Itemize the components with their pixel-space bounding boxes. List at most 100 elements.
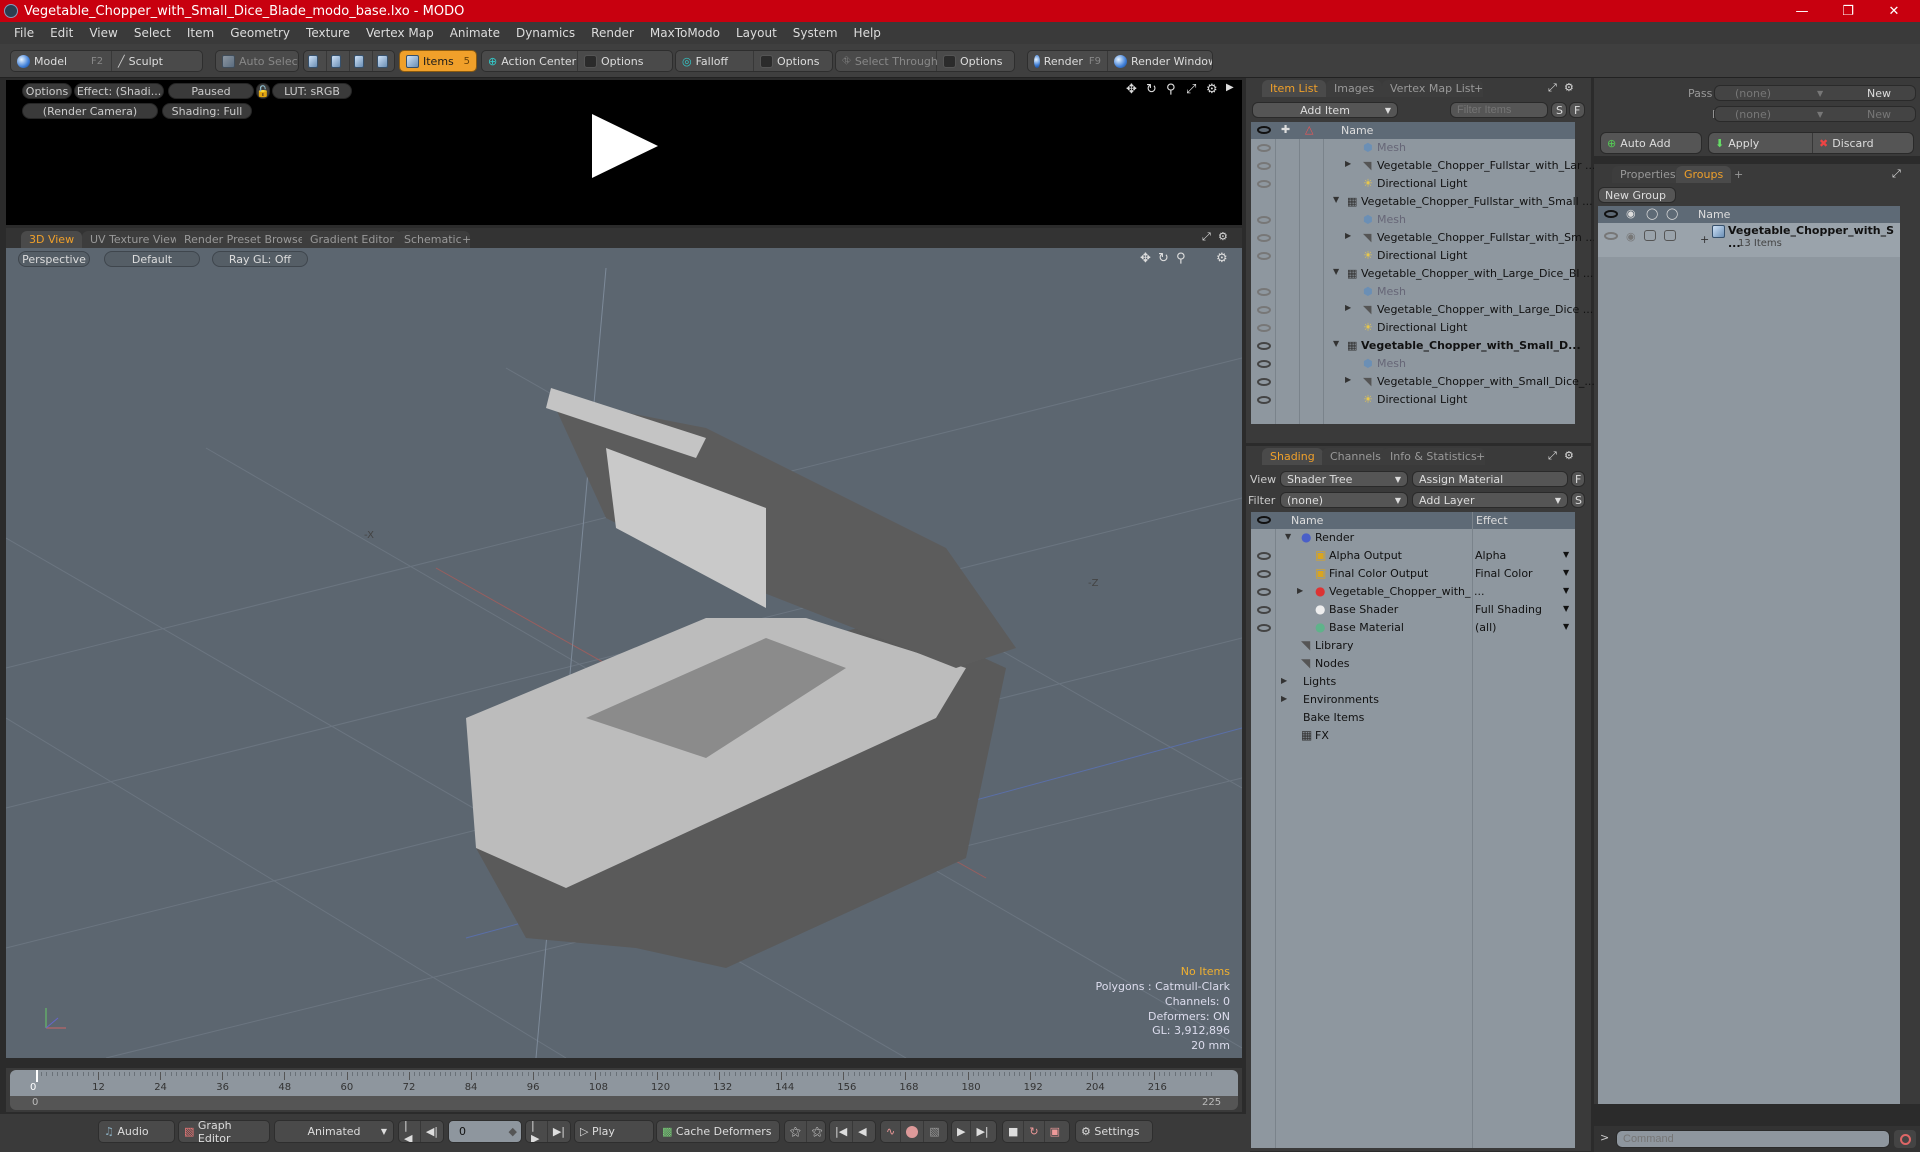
menu-dynamics[interactable]: Dynamics [508,26,583,40]
visibility-icon[interactable] [1257,288,1271,296]
visibility-icon[interactable] [1257,552,1271,560]
close-button[interactable]: ✕ [1872,0,1916,22]
shader-tree[interactable]: Name Effect ▼ ● Render ▣ Alpha Output Alpha ▼ ▣… [1251,512,1575,1148]
tab-3d-view[interactable]: 3D View [21,231,83,248]
expand-plus-icon[interactable]: + [1700,233,1709,246]
discard-button[interactable]: ✖ Discard [1813,137,1874,150]
visibility-icon[interactable] [1257,162,1271,170]
zoom-icon[interactable]: ⚲ [1166,82,1176,97]
visibility-icon[interactable] [1257,570,1271,578]
auto-key-button[interactable]: ∿ [881,1121,902,1142]
visibility-icon[interactable] [1257,588,1271,596]
chevron-down-icon[interactable]: ▼ [1563,550,1569,559]
gear-icon[interactable]: ⚙ [1216,251,1228,266]
shader-row[interactable]: ▦ FX [1251,727,1575,745]
item-row[interactable]: ☀ Directional Light [1251,319,1575,337]
item-row[interactable]: ⬢ Mesh [1251,139,1575,157]
effect-dropdown[interactable]: Full Shading [1475,603,1542,616]
timeline-range[interactable]: 0 225 [10,1096,1238,1110]
view-dropdown[interactable]: Shader Tree ▼ [1280,471,1408,487]
materials-mode-button[interactable] [373,51,394,71]
tab-properties[interactable]: Properties [1612,166,1684,183]
shader-row[interactable]: ◥ Nodes [1251,655,1575,673]
shader-row[interactable]: ● Base Shader Full Shading ▼ [1251,601,1575,619]
tab-groups[interactable]: Groups [1676,166,1732,183]
item-row[interactable]: ▼ ▦ Vegetable_Chopper_Fullstar_with_Small … [1251,193,1593,211]
item-row[interactable]: ⬢ Mesh [1251,283,1575,301]
audio-button[interactable]: ♫ Audio [98,1120,175,1143]
menu-vertex-map[interactable]: Vertex Map [358,26,442,40]
gear-icon[interactable]: ⚙ [1206,82,1218,97]
tab-uv-texture-view[interactable]: UV Texture View [82,231,187,248]
new-pass-button[interactable]: New [1867,108,1891,121]
channel-key-button[interactable]: ▧ [924,1121,944,1142]
delete-key-button[interactable]: ⚝ [807,1121,825,1142]
item-row[interactable]: ⬢ Mesh [1251,211,1575,229]
apply-button[interactable]: ⬇ Apply [1709,133,1813,153]
tab-shading[interactable]: Shading [1262,448,1323,465]
maximize-icon[interactable]: ⤢ [1548,449,1557,463]
add-tab-button[interactable]: + [454,231,479,248]
menu-help[interactable]: Help [846,26,889,40]
item-row[interactable]: ▶ ◥ Vegetable_Chopper_with_Small_Dice_... [1251,373,1595,391]
maximize-icon[interactable]: ⤢ [1548,81,1557,95]
items-mode-button[interactable]: Items 5 [399,50,477,72]
visibility-icon[interactable] [1257,342,1271,350]
set-key-button[interactable]: ⚝ [785,1121,807,1142]
shader-row[interactable]: ▶ ● Vegetable_Chopper_with_ ... ▼ [1251,583,1575,601]
item-row[interactable]: ▼ ▦ Vegetable_Chopper_with_Large_Dice_Bl .… [1251,265,1593,283]
last-frame-button[interactable]: ▶| [548,1121,570,1142]
lock-toggle[interactable] [1644,230,1656,241]
raygl-dropdown[interactable]: Ray GL: Off [212,251,308,267]
rotate-icon[interactable]: ↻ [1146,82,1157,97]
maximize-icon[interactable]: ⤢ [1202,230,1211,244]
collapse-arrow-icon[interactable]: ▼ [1285,532,1291,541]
chevron-down-icon[interactable]: ▼ [1563,604,1569,613]
shader-row[interactable]: ● Base Material (all) ▼ [1251,619,1575,637]
minimize-button[interactable]: — [1780,0,1824,22]
visibility-icon[interactable] [1257,324,1271,332]
expand-arrow-icon[interactable]: ▶ [1226,82,1234,93]
menu-maxtomodo[interactable]: MaxToModo [642,26,728,40]
filter-s-button[interactable]: S [1551,102,1567,118]
tab-images[interactable]: Images [1326,80,1383,97]
collapse-arrow-icon[interactable]: ▼ [1333,195,1339,204]
maximize-icon[interactable]: ⤢ [1892,167,1901,181]
render-effect-dropdown[interactable]: Effect: (Shadi... [74,83,164,99]
item-row[interactable]: ☀ Directional Light [1251,391,1575,409]
group-row[interactable]: ◉ + Vegetable_Chopper_with_S ... 13 Item… [1598,223,1900,257]
auto-add-button[interactable]: ⊕ Auto Add [1600,132,1702,154]
shading-f-button[interactable]: F [1571,471,1585,487]
menu-item[interactable]: Item [179,26,222,40]
rotate-icon[interactable]: ↻ [1158,251,1169,266]
render-camera-dropdown[interactable]: (Render Camera) [22,103,158,119]
menu-render[interactable]: Render [583,26,642,40]
shader-row[interactable]: ▼ ● Render [1251,529,1575,547]
gear-icon[interactable]: ⚙ [1564,449,1574,462]
passes-dropdown[interactable]: (none) ▼ New [1714,106,1916,122]
menu-animate[interactable]: Animate [442,26,508,40]
menu-layout[interactable]: Layout [728,26,785,40]
gear-icon[interactable]: ⚙ [1218,230,1228,243]
lut-dropdown[interactable]: LUT: sRGB [272,83,352,99]
render-toggle-icon[interactable]: ◉ [1626,230,1636,243]
add-tab-button[interactable]: + [1468,448,1493,465]
visibility-icon[interactable] [1257,378,1271,386]
filter-f-button[interactable]: F [1569,102,1585,118]
model-button[interactable]: Model F2 [11,51,112,71]
render-button[interactable]: Render F9 [1028,51,1108,71]
timeline-ruler[interactable]: 0 12 24 36 48 60 72 84 96 108 120 132 144 156 168 180 19… [10,1070,1238,1096]
prev-key-button[interactable]: ◀| [421,1121,443,1142]
visibility-column-icon[interactable] [1257,516,1271,524]
visibility-icon[interactable] [1257,624,1271,632]
gear-icon[interactable]: ⚙ [1564,81,1574,94]
cache-deformers-button[interactable]: ▩ Cache Deformers [656,1120,780,1143]
overlay-button[interactable]: ▣ [1045,1121,1065,1142]
shader-row[interactable]: Bake Items [1251,709,1575,727]
frame-drag-icon[interactable]: ◆ [509,1125,517,1138]
command-input[interactable] [1616,1130,1890,1148]
visibility-icon[interactable] [1257,606,1271,614]
graph-editor-button[interactable]: ▧ Graph Editor [178,1120,270,1143]
add-layer-dropdown[interactable]: Add Layer ▼ [1412,492,1568,508]
perspective-dropdown[interactable]: Perspective [18,251,90,267]
